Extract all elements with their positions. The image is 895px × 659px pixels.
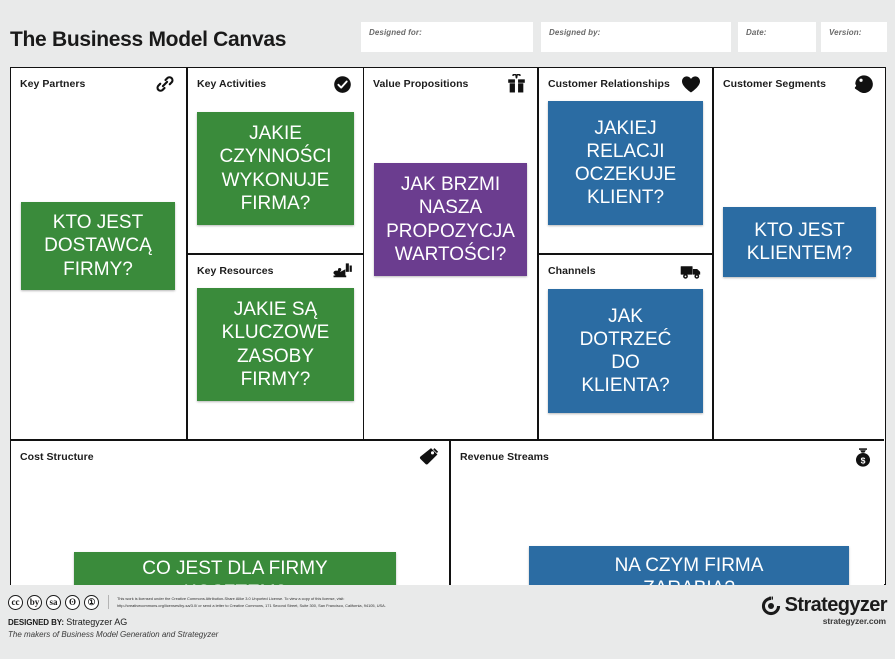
block-customer-segments[interactable]: Customer Segments KTO JEST KLIENTEM?	[714, 68, 884, 439]
value-propositions-title: Value Propositions	[373, 78, 469, 90]
channels-title: Channels	[548, 265, 596, 277]
strategyzer-wordmark: Strategyzer	[784, 594, 888, 616]
block-customer-relationships[interactable]: Customer Relationships JAKIEJ RELACJI OC…	[539, 68, 712, 253]
customer-relationships-title: Customer Relationships	[548, 78, 670, 90]
money-bag-icon: $	[850, 445, 876, 469]
key-activities-title: Key Activities	[197, 78, 267, 90]
sticky-note-customer-relationships[interactable]: JAKIEJ RELACJI OCZEKUJE KLIENT?	[548, 101, 703, 225]
version-field[interactable]: Version:	[821, 22, 887, 52]
customer-segments-header: Customer Segments	[714, 68, 884, 100]
block-key-activities[interactable]: Key Activities JAKIE CZYNNOŚCI WYKONUJE …	[188, 68, 363, 253]
version-label: Version:	[829, 28, 862, 37]
key-resources-header: Key Resources	[188, 255, 363, 287]
strategyzer-mark-icon	[761, 596, 781, 616]
designed-by-label: Designed by:	[549, 28, 601, 37]
canvas-header: The Business Model Canvas Designed for: …	[0, 0, 895, 62]
key-activities-header: Key Activities	[188, 68, 363, 100]
value-propositions-header: Value Propositions	[364, 68, 537, 100]
canvas-grid: Key Partners KTO JEST DOSTAWCĄ FIRMY? Ke…	[10, 67, 886, 585]
cc-nd-icon: ʘ	[65, 595, 80, 610]
designed-by-credit-label: DESIGNED BY:	[8, 618, 64, 627]
block-channels[interactable]: Channels JAK DOTRZEĆ DO KLIENTA?	[539, 255, 712, 439]
revenue-streams-header: Revenue Streams $	[451, 441, 884, 473]
strategyzer-url[interactable]: strategyzer.com	[823, 616, 886, 626]
chain-link-icon	[152, 72, 178, 96]
designed-by-credit-value: Strategyzer AG	[66, 617, 128, 627]
block-cost-structure[interactable]: Cost Structure CO JEST DLA FIRMY KOSZTEM…	[11, 441, 449, 585]
page-title: The Business Model Canvas	[10, 28, 287, 51]
cc-badge-group: cc by sa ʘ ①	[8, 595, 99, 610]
designed-for-label: Designed for:	[369, 28, 422, 37]
sticky-note-key-resources[interactable]: JAKIE SĄ KLUCZOWE ZASOBY FIRMY?	[197, 288, 354, 401]
date-label: Date:	[746, 28, 767, 37]
channels-header: Channels	[539, 255, 712, 287]
price-tag-icon	[415, 445, 441, 469]
key-partners-header: Key Partners	[11, 68, 186, 100]
designed-by-credit: DESIGNED BY: Strategyzer AG	[8, 617, 127, 627]
head-profile-icon	[850, 72, 876, 96]
customer-relationships-header: Customer Relationships	[539, 68, 712, 100]
heart-icon	[678, 72, 704, 96]
cc-icon: cc	[8, 595, 23, 610]
factory-icon	[329, 259, 355, 283]
designed-by-field[interactable]: Designed by:	[541, 22, 731, 52]
designed-for-field[interactable]: Designed for:	[361, 22, 533, 52]
sticky-note-customer-segments[interactable]: KTO JEST KLIENTEM?	[723, 207, 876, 277]
strategyzer-logo[interactable]: Strategyzer	[761, 594, 888, 617]
sticky-note-channels[interactable]: JAK DOTRZEĆ DO KLIENTA?	[548, 289, 703, 413]
delivery-truck-icon	[678, 259, 704, 283]
cost-structure-header: Cost Structure	[11, 441, 449, 473]
makers-tagline: The makers of Business Model Generation …	[8, 630, 219, 639]
cc-sa-icon: sa	[46, 595, 61, 610]
cc-attribution-icon: ①	[84, 595, 99, 610]
key-resources-title: Key Resources	[197, 265, 274, 277]
block-revenue-streams[interactable]: Revenue Streams $ NA CZYM FIRMA ZARABIA?	[451, 441, 884, 585]
sticky-note-revenue-streams[interactable]: NA CZYM FIRMA ZARABIA?	[529, 546, 849, 585]
cc-by-icon: by	[27, 595, 42, 610]
block-key-resources[interactable]: Key Resources JAKIE SĄ KLUCZOWE ZASOBY F…	[188, 255, 363, 439]
key-partners-title: Key Partners	[20, 78, 86, 90]
canvas-footer: cc by sa ʘ ① This work is licensed under…	[0, 590, 895, 659]
svg-text:$: $	[861, 455, 866, 465]
block-key-partners[interactable]: Key Partners KTO JEST DOSTAWCĄ FIRMY?	[11, 68, 186, 439]
customer-segments-title: Customer Segments	[723, 78, 826, 90]
sticky-note-key-activities[interactable]: JAKIE CZYNNOŚCI WYKONUJE FIRMA?	[197, 112, 354, 225]
cost-structure-title: Cost Structure	[20, 451, 94, 463]
date-field[interactable]: Date:	[738, 22, 816, 52]
sticky-note-key-partners[interactable]: KTO JEST DOSTAWCĄ FIRMY?	[21, 202, 175, 290]
block-value-propositions[interactable]: Value Propositions JAK BRZMI NASZA PROPO…	[364, 68, 537, 439]
license-text: This work is licensed under the Creative…	[108, 595, 413, 610]
creative-commons-row: cc by sa ʘ ① This work is licensed under…	[8, 595, 413, 610]
gift-icon	[503, 72, 529, 96]
check-circle-icon	[329, 72, 355, 96]
revenue-streams-title: Revenue Streams	[460, 451, 549, 463]
business-model-canvas-page: The Business Model Canvas Designed for: …	[0, 0, 895, 659]
sticky-note-value-propositions[interactable]: JAK BRZMI NASZA PROPOZYCJA WARTOŚCI?	[374, 163, 527, 276]
sticky-note-cost-structure[interactable]: CO JEST DLA FIRMY KOSZTEM?	[74, 552, 396, 585]
